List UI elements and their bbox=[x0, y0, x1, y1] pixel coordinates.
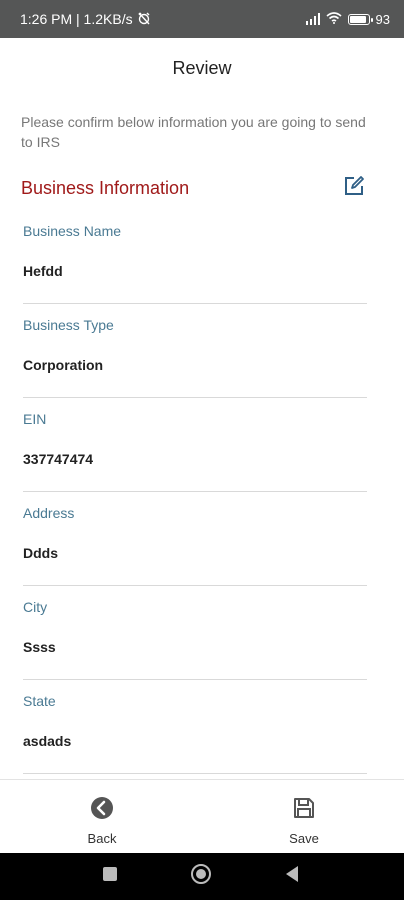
field-label: EIN bbox=[23, 411, 47, 427]
save-label: Save bbox=[289, 831, 319, 846]
system-nav-bar bbox=[0, 853, 404, 900]
field-label: Address bbox=[23, 505, 75, 521]
field-label: City bbox=[23, 599, 48, 615]
edit-button[interactable] bbox=[342, 175, 366, 202]
triangle-back-icon bbox=[284, 865, 300, 888]
back-button[interactable]: Back bbox=[57, 796, 147, 846]
battery-percent: 93 bbox=[375, 11, 390, 27]
recent-apps-button[interactable] bbox=[80, 853, 140, 900]
system-back-button[interactable] bbox=[262, 853, 322, 900]
status-bar: 1:26 PM | 1.2KB/s 93 bbox=[0, 0, 404, 38]
back-label: Back bbox=[87, 831, 117, 846]
section-title: Business Information bbox=[21, 177, 190, 198]
home-button[interactable] bbox=[171, 853, 231, 900]
field-value: Hefdd bbox=[23, 263, 63, 279]
signal-icon bbox=[305, 13, 320, 25]
field-value: Ddds bbox=[23, 545, 58, 561]
field-city: City Ssss bbox=[23, 586, 367, 680]
page-title: Review bbox=[172, 58, 232, 78]
alarm-off-icon bbox=[137, 11, 151, 28]
status-time: 1:26 PM | 1.2KB/s bbox=[20, 11, 133, 27]
field-label: Business Name bbox=[23, 223, 122, 239]
wifi-icon bbox=[326, 11, 342, 27]
battery-icon bbox=[347, 13, 373, 25]
section-header: Business Information bbox=[21, 175, 366, 202]
back-circle-icon bbox=[90, 797, 114, 824]
field-business-type: Business Type Corporation bbox=[23, 304, 367, 398]
save-icon bbox=[292, 798, 316, 824]
field-address: Address Ddds bbox=[23, 492, 367, 586]
field-value: 337747474 bbox=[23, 451, 94, 467]
field-ein: EIN 337747474 bbox=[23, 398, 367, 492]
field-value: asdads bbox=[23, 733, 72, 749]
field-value: Corporation bbox=[23, 357, 104, 373]
field-label: State bbox=[23, 693, 56, 709]
status-right: 93 bbox=[305, 11, 390, 27]
field-value: Ssss bbox=[23, 639, 56, 655]
intro-text: Please confirm below information you are… bbox=[21, 114, 366, 150]
save-button[interactable]: Save bbox=[259, 796, 349, 846]
field-business-name: Business Name Hefdd bbox=[23, 210, 367, 304]
square-icon bbox=[102, 866, 118, 887]
status-left: 1:26 PM | 1.2KB/s bbox=[20, 11, 151, 28]
edit-icon bbox=[343, 175, 365, 202]
action-bar: Back Save bbox=[0, 779, 404, 854]
field-label: Business Type bbox=[23, 317, 114, 333]
business-fields: Business Name Hefdd Business Type Corpor… bbox=[23, 210, 367, 774]
circle-icon bbox=[190, 863, 212, 890]
field-state: State asdads bbox=[23, 680, 367, 774]
